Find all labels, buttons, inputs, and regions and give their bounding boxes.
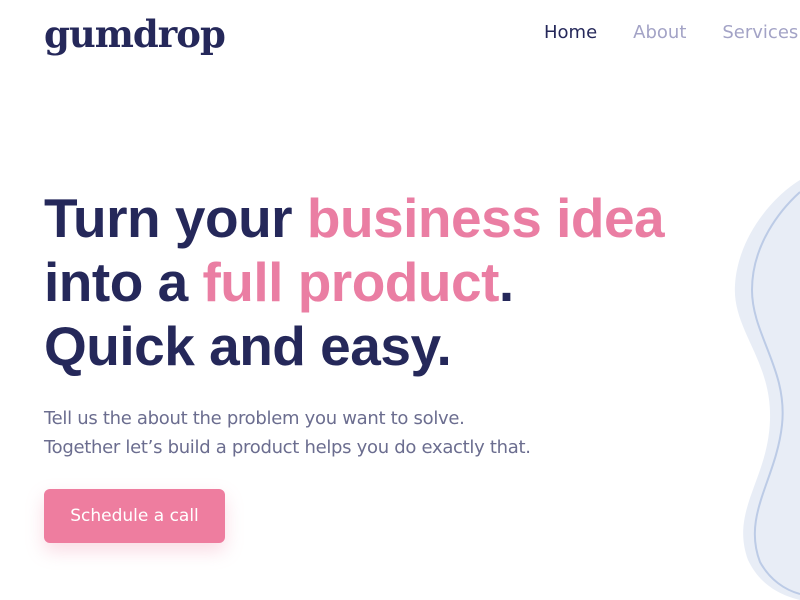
headline-line-1-plain: Turn your bbox=[44, 187, 307, 249]
subtitle-line-1: Tell us the about the problem you want t… bbox=[44, 408, 465, 429]
nav-item-home[interactable]: Home bbox=[544, 22, 597, 43]
hero-subtitle: Tell us the about the problem you want t… bbox=[44, 404, 531, 462]
headline-line-2-period: . bbox=[498, 251, 514, 313]
schedule-call-button[interactable]: Schedule a call bbox=[44, 489, 225, 543]
hero-headline: Turn your business idea into a full prod… bbox=[44, 186, 665, 378]
nav-item-about[interactable]: About bbox=[633, 22, 686, 43]
headline-line-2: into a full product. bbox=[44, 251, 514, 313]
nav-item-services[interactable]: Services bbox=[722, 22, 798, 43]
headline-line-1: Turn your business idea bbox=[44, 187, 665, 249]
subtitle-line-2: Together let’s build a product helps you… bbox=[44, 437, 531, 458]
blob-outline bbox=[750, 191, 800, 595]
headline-line-2-plain: into a bbox=[44, 251, 203, 313]
decorative-blob bbox=[734, 180, 800, 600]
headline-highlight-full-product: full product bbox=[202, 251, 499, 313]
blob-fill bbox=[734, 180, 800, 600]
headline-line-3: Quick and easy. bbox=[44, 315, 452, 377]
main-nav: Home About Services bbox=[544, 22, 798, 43]
brand-logo[interactable]: gumdrop bbox=[44, 12, 226, 56]
headline-highlight-business-idea: business idea bbox=[306, 187, 665, 249]
